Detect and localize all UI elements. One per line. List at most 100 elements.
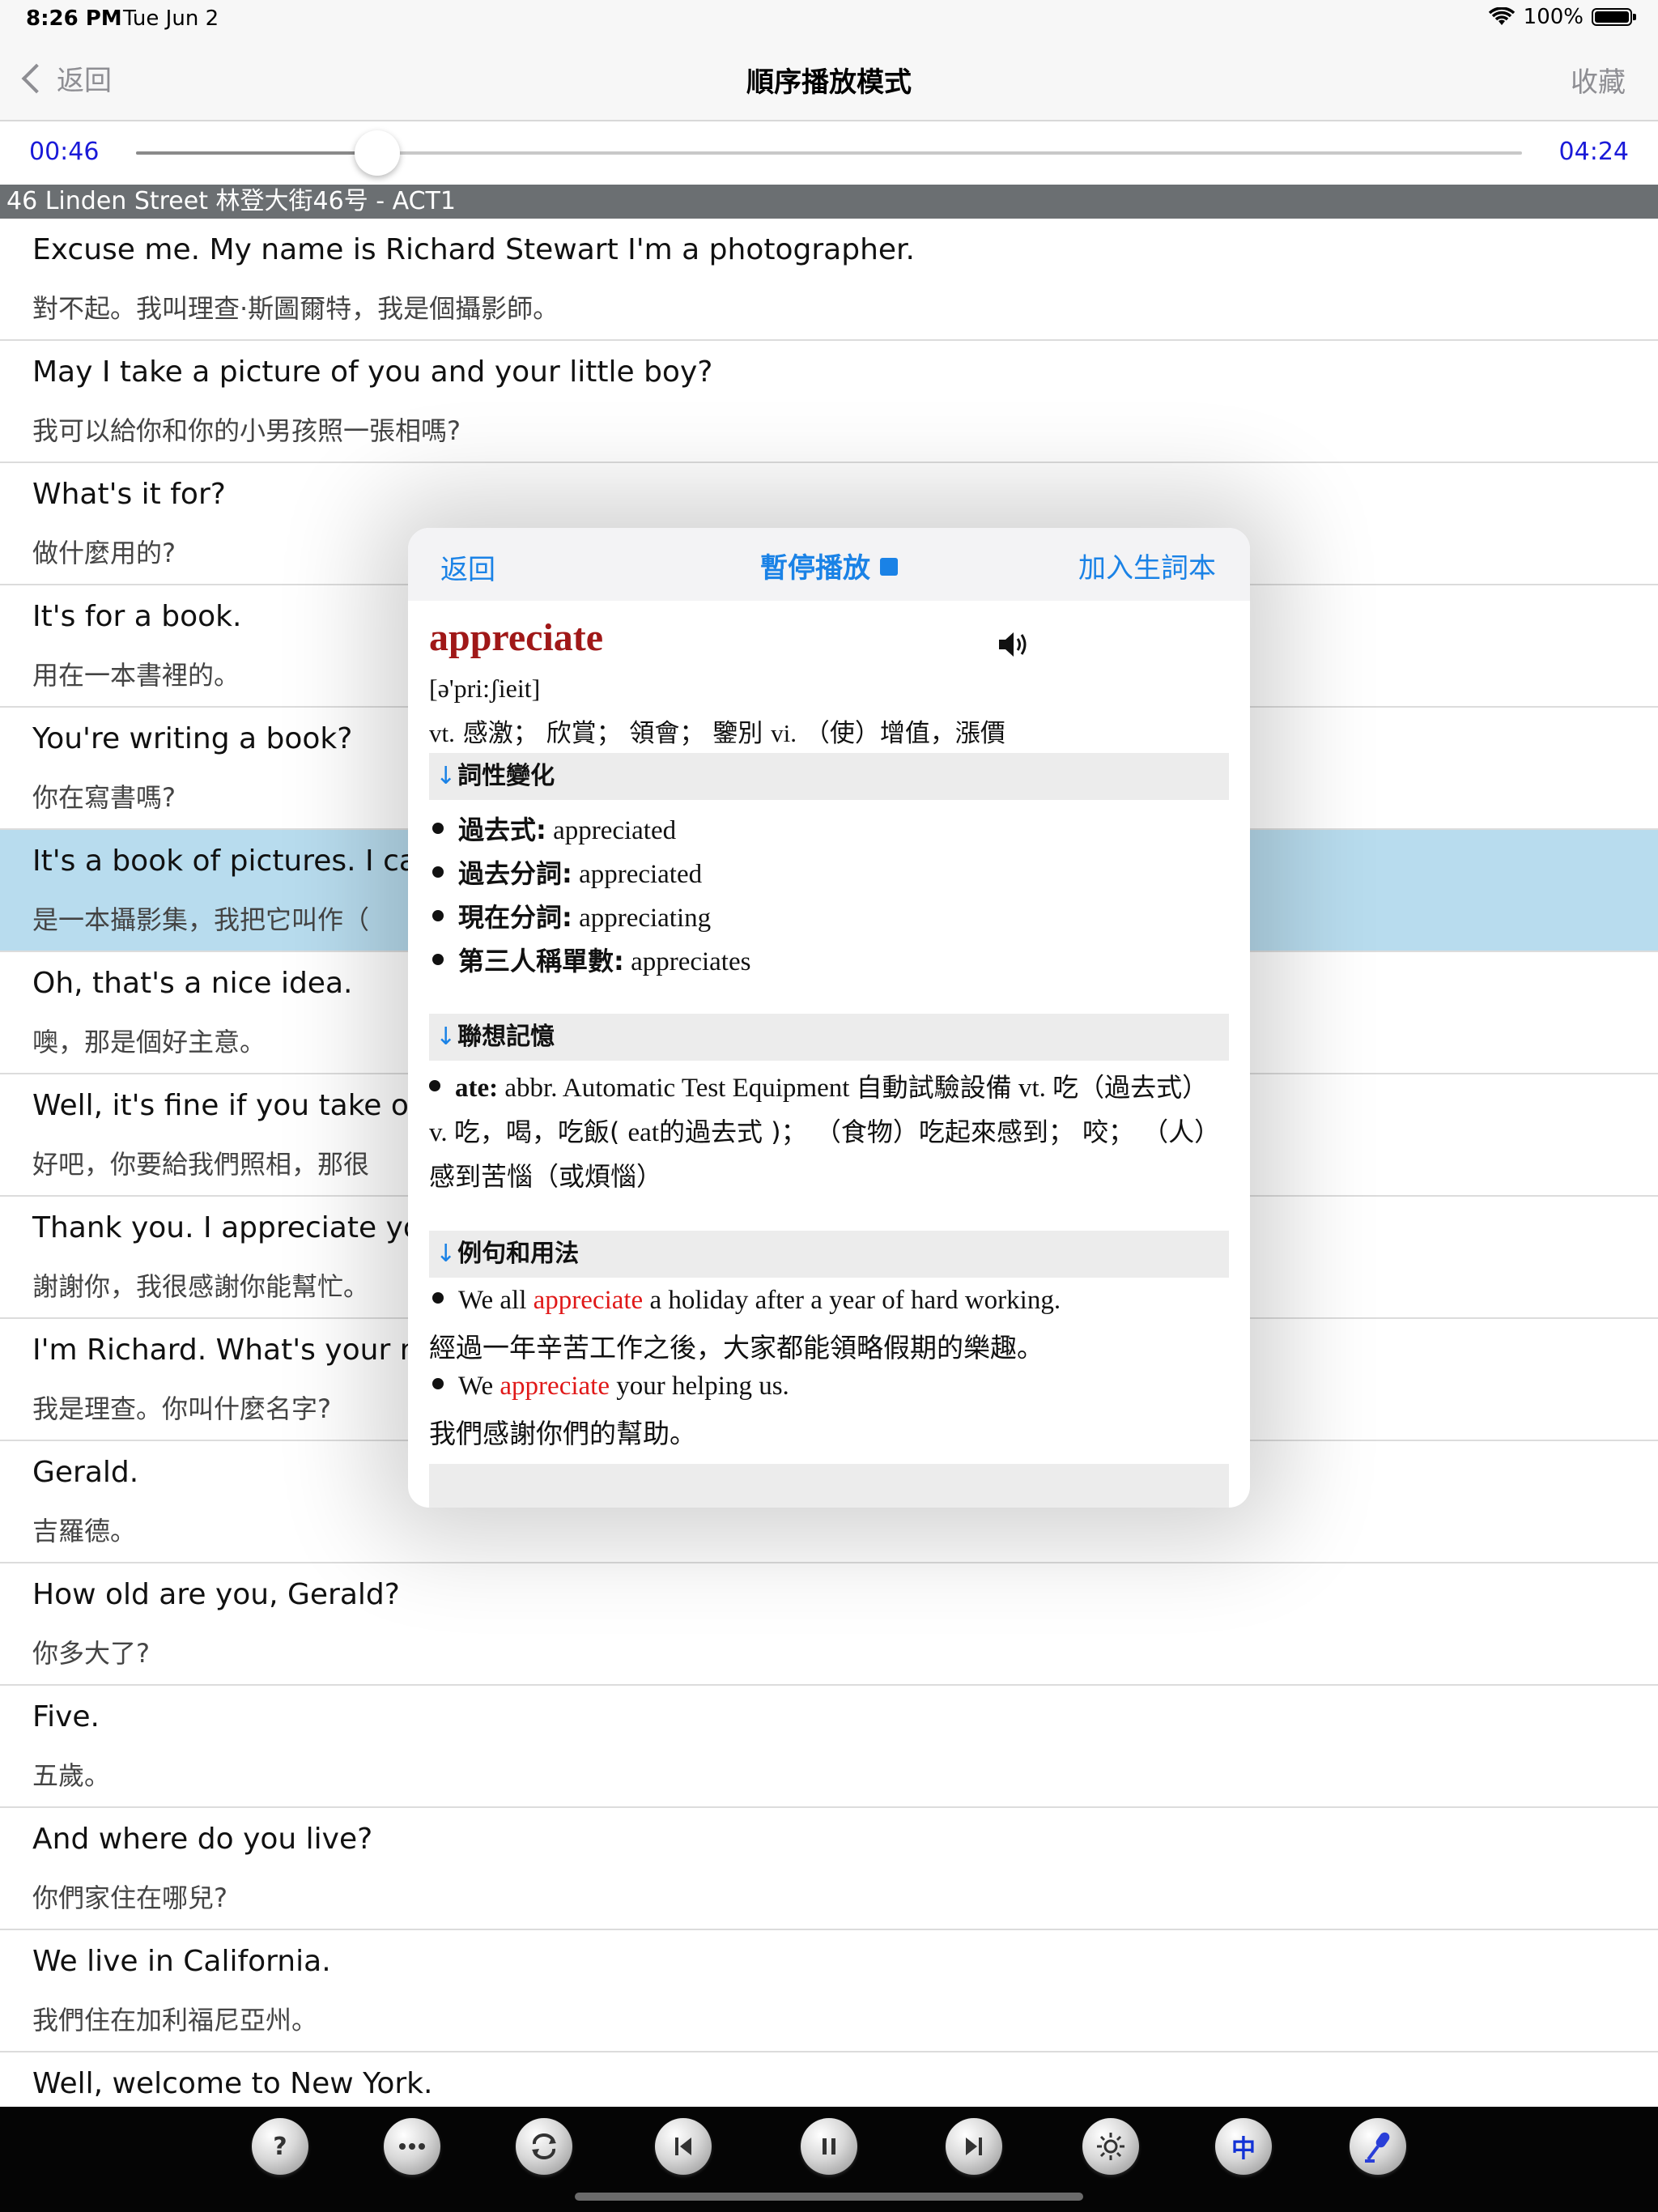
arrow-down-icon: ↓ <box>436 1240 457 1268</box>
sentence-english: Well, welcome to New York. <box>32 2067 433 2100</box>
microphone-icon <box>1365 2132 1390 2163</box>
arrow-down-icon: ↓ <box>436 762 457 790</box>
sentence-chinese: 用在一本書裡的。 <box>32 660 240 691</box>
popup-content: appreciate [ə'pri:ʃieit] vt. 感激； 欣賞； 領會；… <box>408 601 1250 1508</box>
sentence-row[interactable]: We live in California. 我們住在加利福尼亞州。 <box>0 1930 1658 2052</box>
progress-slider[interactable] <box>136 130 1522 176</box>
section-memory-title: 聯想記憶 <box>457 1023 555 1051</box>
sentence-chinese: 我是理查。你叫什麼名字? <box>32 1393 331 1424</box>
form-item: 過去分詞: appreciated <box>432 853 702 891</box>
example-sentence: We all appreciate a holiday after a year… <box>432 1286 1061 1316</box>
sentence-english: Oh, that's a nice idea. <box>32 967 353 1000</box>
section-examples: ↓例句和用法 <box>429 1231 1229 1278</box>
form-item: 過去式: appreciated <box>432 810 676 847</box>
sun-icon <box>1097 2133 1124 2160</box>
status-bar: 8:26 PM Tue Jun 2 100% <box>0 0 1658 39</box>
chinese-label: 中 <box>1231 2135 1256 2163</box>
popup-header: 返回 暫停播放 加入生詞本 <box>408 528 1250 601</box>
sentence-row[interactable]: Five. 五歲。 <box>0 1686 1658 1808</box>
headword: appreciate <box>429 616 604 659</box>
section-examples-title: 例句和用法 <box>457 1240 580 1268</box>
page-title: 順序播放模式 <box>746 66 912 99</box>
more-icon <box>399 2143 425 2150</box>
sentence-chinese: 對不起。我叫理查·斯圖爾特，我是個攝影師。 <box>32 293 559 324</box>
sentence-row[interactable]: How old are you, Gerald? 你多大了? <box>0 1563 1658 1686</box>
sentence-chinese: 謝謝你，我很感謝你能幫忙。 <box>32 1271 370 1302</box>
definition: vt. 感激； 欣賞； 領會； 鑒別 vi. （使）增值，漲價 <box>429 713 1005 749</box>
playback-progress: 00:46 04:24 <box>0 121 1658 185</box>
sentence-english: Excuse me. My name is Richard Stewart I'… <box>32 233 915 266</box>
skip-next-icon <box>966 2138 982 2155</box>
progress-thumb[interactable] <box>355 130 400 176</box>
stop-icon <box>880 558 898 576</box>
more-button[interactable] <box>384 2118 440 2175</box>
pause-playback-label: 暫停播放 <box>760 552 870 585</box>
form-item: 現在分詞: appreciating <box>432 897 711 934</box>
status-right: 100% <box>1488 5 1636 29</box>
skip-previous-icon <box>675 2138 691 2155</box>
sentence-english: May I take a picture of you and your lit… <box>32 355 713 389</box>
total-time: 04:24 <box>1558 138 1629 166</box>
sentence-chinese: 你多大了? <box>32 1638 150 1669</box>
pause-button[interactable] <box>801 2118 857 2175</box>
navigation-bar: 返回 順序播放模式 收藏 <box>0 39 1658 121</box>
home-indicator <box>575 2193 1083 2201</box>
battery-percent: 100% <box>1523 5 1584 29</box>
wifi-icon <box>1488 7 1515 25</box>
sentence-chinese: 好吧，你要給我們照相，那很 <box>32 1149 370 1180</box>
section-word-forms: ↓詞性變化 <box>429 753 1229 800</box>
sentence-english: Gerald. <box>32 1456 139 1489</box>
section-cutoff <box>429 1464 1229 1508</box>
pos-vi: vi. <box>771 719 797 747</box>
progress-fill <box>136 151 377 155</box>
brightness-button[interactable] <box>1082 2118 1139 2175</box>
help-icon: ? <box>273 2132 287 2161</box>
favorite-button[interactable]: 收藏 <box>1571 60 1626 100</box>
sentence-chinese: 噢，那是個好主意。 <box>32 1027 266 1057</box>
sentence-chinese: 你在寫書嗎? <box>32 782 176 813</box>
sentence-chinese: 是一本攝影集，我把它叫作（ <box>32 904 370 935</box>
pause-icon <box>823 2138 835 2155</box>
sentence-english: What's it for? <box>32 478 226 511</box>
record-button[interactable] <box>1350 2118 1406 2175</box>
sentence-english: It's for a book. <box>32 600 242 633</box>
section-word-forms-title: 詞性變化 <box>457 762 555 790</box>
status-date: Tue Jun 2 <box>123 6 219 31</box>
sentence-english: And where do you live? <box>32 1823 373 1856</box>
sentence-row[interactable]: May I take a picture of you and your lit… <box>0 341 1658 463</box>
battery-icon <box>1592 8 1636 26</box>
sentence-english: Thank you. I appreciate you <box>32 1211 440 1244</box>
sentence-row[interactable]: And where do you live? 你們家住在哪兒? <box>0 1808 1658 1930</box>
sentence-chinese: 我們住在加利福尼亞州。 <box>32 2005 318 2035</box>
sentence-chinese: 你們家住在哪兒? <box>32 1882 227 1913</box>
phonetic: [ə'pri:ʃieit] <box>429 674 541 703</box>
status-time: 8:26 PM <box>26 6 122 31</box>
repeat-button[interactable] <box>516 2118 572 2175</box>
example-translation: 我們感謝你們的幫助。 <box>429 1418 696 1449</box>
sentence-english: It's a book of pictures. I call <box>32 844 433 878</box>
add-to-wordbook-button[interactable]: 加入生詞本 <box>1078 546 1216 585</box>
lesson-section-header: 46 Linden Street 林登大街46号 - ACT1 <box>0 185 1658 219</box>
section-association-memory: ↓聯想記憶 <box>429 1014 1229 1061</box>
sentence-chinese: 吉羅德。 <box>32 1516 137 1546</box>
arrow-down-icon: ↓ <box>436 1023 457 1051</box>
definition-vt-text: 感激； 欣賞； 領會； 鑒別 <box>454 719 772 748</box>
sentence-chinese: 做什麼用的? <box>32 538 176 568</box>
current-time: 00:46 <box>29 138 100 166</box>
memory-text: ate: abbr. Automatic Test Equipment 自動試驗… <box>429 1072 1221 1192</box>
help-button[interactable]: ? <box>252 2118 308 2175</box>
sentence-chinese: 我可以給你和你的小男孩照一張相嗎? <box>32 415 461 446</box>
sentence-english: Five. <box>32 1700 100 1733</box>
sentence-row[interactable]: Excuse me. My name is Richard Stewart I'… <box>0 219 1658 341</box>
sentence-english: You're writing a book? <box>32 722 353 755</box>
example-translation: 經過一年辛苦工作之後，大家都能領略假期的樂趣。 <box>429 1332 1044 1363</box>
repeat-icon <box>532 2133 556 2159</box>
sentence-english: How old are you, Gerald? <box>32 1578 400 1611</box>
chinese-toggle-button[interactable]: 中 <box>1215 2118 1272 2175</box>
next-button[interactable] <box>946 2118 1002 2175</box>
dictionary-popup: 返回 暫停播放 加入生詞本 appreciate [ə'pri:ʃieit] v… <box>408 528 1250 1508</box>
previous-button[interactable] <box>655 2118 712 2175</box>
speaker-icon[interactable] <box>996 628 1031 661</box>
pos-vt: vt. <box>429 719 455 747</box>
sentence-english: I'm Richard. What's your na <box>32 1334 436 1367</box>
